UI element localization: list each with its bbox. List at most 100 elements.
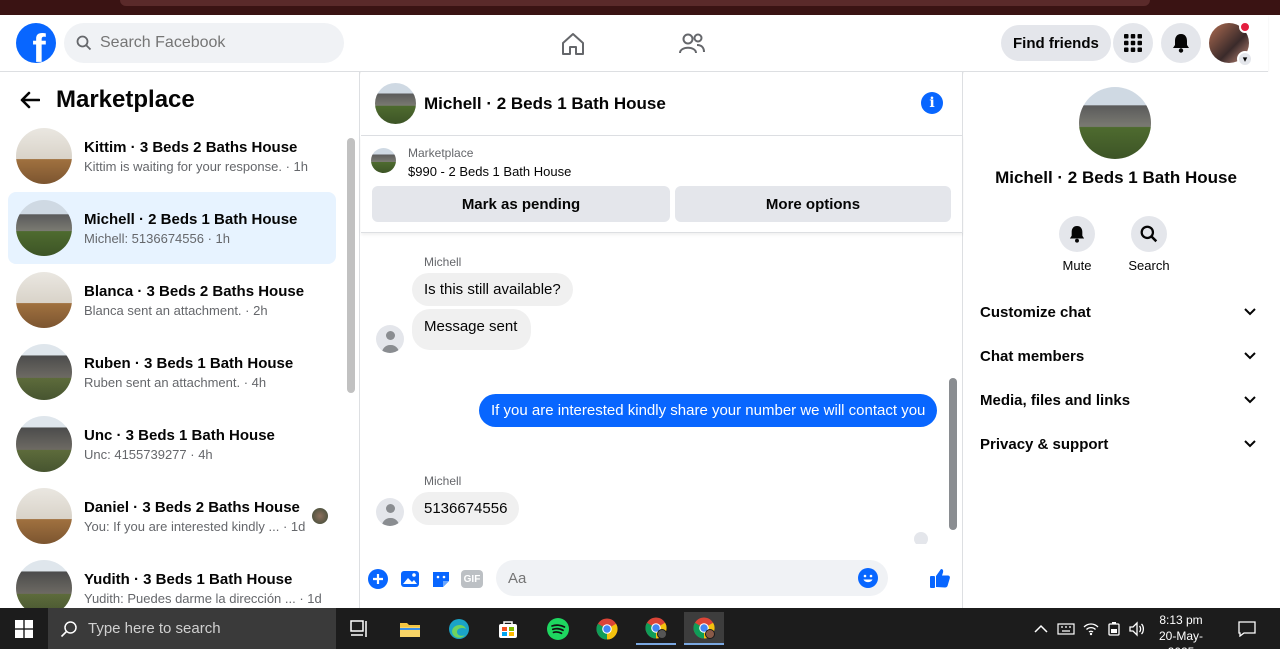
listing-photo[interactable] <box>1079 87 1151 159</box>
listing-source-label: Marketplace <box>408 146 474 160</box>
find-friends-button[interactable]: Find friends <box>1001 25 1111 61</box>
info-icon[interactable]: i <box>921 92 943 114</box>
emoji-icon[interactable] <box>858 568 878 588</box>
plus-icon[interactable] <box>367 568 389 590</box>
conversation-item[interactable]: Ruben · 3 Beds 1 Bath House Ruben sent an… <box>8 336 336 408</box>
customize-chat-section[interactable]: Customize chat <box>980 290 1256 334</box>
listing-price[interactable]: $990 - 2 Beds 1 Bath House <box>408 164 571 179</box>
contact-avatar <box>376 325 404 353</box>
start-button[interactable] <box>0 608 48 649</box>
media-files-links-section[interactable]: Media, files and links <box>980 378 1256 422</box>
facebook-logo-letter: f <box>32 27 46 63</box>
chrome-profile-active-icon[interactable] <box>684 612 724 645</box>
menu-grid-button[interactable] <box>1113 23 1153 63</box>
clock-time: 8:13 pm <box>1159 613 1203 627</box>
mute-button[interactable]: Mute <box>1047 216 1107 273</box>
battery-icon[interactable] <box>1106 608 1122 649</box>
file-explorer-icon[interactable] <box>390 612 430 645</box>
conversation-preview: Yudith: Puedes darme la dirección ... · … <box>84 590 322 606</box>
message-input-box[interactable] <box>496 560 888 596</box>
profile-avatar[interactable]: ▾ <box>1209 21 1253 67</box>
bell-icon <box>1059 216 1095 252</box>
sender-name: Michell <box>424 255 462 269</box>
gif-icon[interactable]: GIF <box>461 568 483 590</box>
chevron-up-icon[interactable] <box>1034 608 1048 649</box>
home-icon[interactable] <box>558 29 588 59</box>
conversation-preview: You: If you are interested kindly ... · … <box>84 518 306 534</box>
task-view-icon[interactable] <box>340 612 380 645</box>
conversation-title: Yudith · 3 Beds 1 Bath House <box>84 570 293 588</box>
privacy-support-section[interactable]: Privacy & support <box>980 422 1256 466</box>
grid-icon <box>1124 34 1142 52</box>
sticker-icon[interactable] <box>430 568 452 590</box>
message-bubble[interactable]: Message sent <box>412 309 532 350</box>
chevron-down-icon <box>1244 308 1256 316</box>
volume-icon[interactable] <box>1128 608 1146 649</box>
back-arrow-icon[interactable] <box>20 91 40 109</box>
chevron-down-icon <box>1244 352 1256 360</box>
chat-title[interactable]: Michell · 2 Beds 1 Bath House <box>424 94 666 114</box>
system-clock[interactable]: 8:13 pm 20-May-2025 <box>1148 612 1214 649</box>
chat-scrollbar[interactable] <box>948 240 958 540</box>
search-bar[interactable] <box>64 23 344 63</box>
browser-tab-edge <box>120 0 1150 6</box>
taskbar-search[interactable]: Type here to search <box>48 608 336 649</box>
notification-center-icon[interactable] <box>1238 608 1256 649</box>
message-bubble[interactable]: 5136674556 <box>412 492 520 525</box>
spotify-icon[interactable] <box>538 612 578 645</box>
conversation-title: Daniel · 3 Beds 2 Baths House <box>84 498 300 516</box>
conversation-preview: Michell: 5136674556 · 1h <box>84 230 230 246</box>
listing-thumbnail[interactable] <box>371 148 396 173</box>
notifications-button[interactable] <box>1161 23 1201 63</box>
bell-icon <box>1173 34 1189 53</box>
search-in-chat-button[interactable]: Search <box>1119 216 1179 273</box>
chrome-icon[interactable] <box>587 612 627 645</box>
conversation-title: Blanca · 3 Beds 2 Baths House <box>84 282 305 300</box>
chrome-profile-icon[interactable] <box>636 612 676 645</box>
page-scrollbar[interactable] <box>1268 72 1280 608</box>
listing-thumbnail <box>16 560 72 608</box>
conversation-item[interactable]: Blanca · 3 Beds 2 Baths House Blanca sent… <box>8 264 336 336</box>
seen-avatar <box>312 508 328 524</box>
mark-pending-button[interactable]: Mark as pending <box>372 186 670 222</box>
mute-label: Mute <box>1062 258 1092 273</box>
thumbs-up-icon[interactable] <box>929 567 951 589</box>
wifi-icon[interactable] <box>1083 608 1099 649</box>
search-input[interactable] <box>100 34 320 52</box>
edge-browser-icon[interactable] <box>439 612 479 645</box>
chat-members-section[interactable]: Chat members <box>980 334 1256 378</box>
chat-header: Michell · 2 Beds 1 Bath House i <box>361 72 963 136</box>
page-title: Marketplace <box>56 86 195 113</box>
listing-thumbnail <box>16 200 72 256</box>
scrollbar-thumb[interactable] <box>949 378 957 530</box>
conversation-item[interactable]: Kittim · 3 Beds 2 Baths House Kittim is w… <box>8 120 336 192</box>
more-options-button[interactable]: More options <box>675 186 951 222</box>
section-label: Privacy & support <box>980 435 1109 453</box>
chat-avatar[interactable] <box>375 83 416 124</box>
browser-top-strip <box>0 0 1280 15</box>
marketplace-inbox: Marketplace Kittim · 3 Beds 2 Baths Hous… <box>0 72 360 608</box>
search-icon <box>60 620 77 637</box>
chat-panel: Michell · 2 Beds 1 Bath House i Marketpl… <box>361 72 963 608</box>
section-label: Chat members <box>980 347 1085 365</box>
inbox-scrollbar[interactable] <box>347 128 355 598</box>
conversation-item[interactable]: Unc · 3 Beds 1 Bath House Unc: 4155739277… <box>8 408 336 480</box>
conversation-item[interactable]: Daniel · 3 Beds 2 Baths House You: If you… <box>8 480 336 552</box>
facebook-logo[interactable]: f <box>16 23 56 63</box>
chevron-down-icon[interactable]: ▾ <box>1237 51 1253 67</box>
message-composer: GIF <box>361 552 963 608</box>
friends-icon[interactable] <box>677 29 707 59</box>
message-input[interactable] <box>508 569 848 587</box>
chevron-down-icon <box>1244 440 1256 448</box>
conversation-title: Michell · 2 Beds 1 Bath House <box>84 210 298 228</box>
scrollbar-thumb[interactable] <box>347 138 355 393</box>
microsoft-store-icon[interactable] <box>488 612 528 645</box>
keyboard-language-icon[interactable] <box>1057 608 1075 649</box>
message-bubble[interactable]: Is this still available? <box>412 273 573 306</box>
photo-icon[interactable] <box>399 568 421 590</box>
conversation-item[interactable]: Yudith · 3 Beds 1 Bath House Yudith: Pued… <box>8 552 336 608</box>
conversation-preview: Ruben sent an attachment. · 4h <box>84 374 267 390</box>
message-list: Michell Is this still available? Message… <box>361 234 963 544</box>
sent-message-bubble[interactable]: If you are interested kindly share your … <box>479 394 938 427</box>
conversation-item-active[interactable]: Michell · 2 Beds 1 Bath House Michell: 51… <box>8 192 336 264</box>
